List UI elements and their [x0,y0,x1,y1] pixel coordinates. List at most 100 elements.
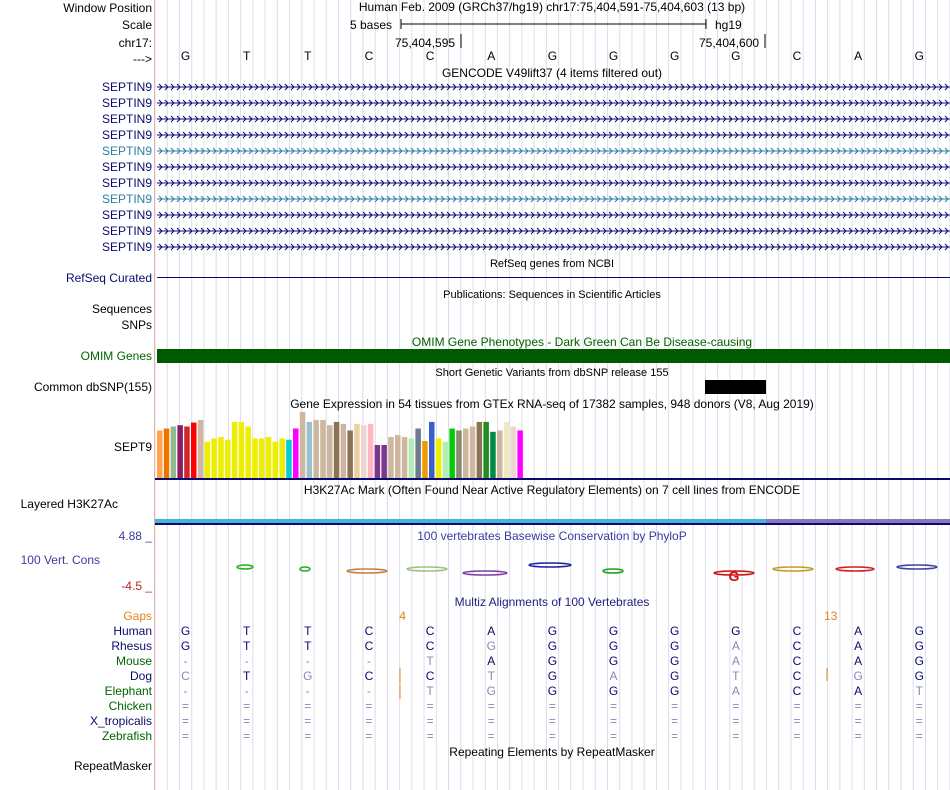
alignment-base: G [547,639,558,653]
species-label[interactable]: Rhesus [111,639,152,653]
gencode-transcript [157,131,950,139]
alignment-base: G [608,684,619,698]
species-label[interactable]: Dog [130,669,152,683]
dbsnp-variant-block[interactable] [705,380,766,394]
omim-genes-label[interactable]: OMIM Genes [81,349,152,363]
omim-gene-bar[interactable] [157,349,950,363]
alignment-base: G [486,684,496,698]
gtex-gene-label[interactable]: SEPT9 [114,440,152,454]
alignment-base: A [854,639,863,653]
gencode-transcript-label[interactable]: SEPTIN9 [102,160,152,174]
base-letter: G [547,49,558,63]
gtex-bar-chart[interactable] [155,410,950,480]
gencode-transcript-label[interactable]: SEPTIN9 [102,128,152,142]
species-label[interactable]: Elephant [105,684,152,698]
gtex-tissue-bar [245,426,251,478]
species-label[interactable]: X_tropicalis [90,714,152,728]
alignment-base: T [915,684,923,698]
alignment-base: = [243,729,251,743]
alignment-base: G [914,654,924,668]
phylop-max-label: 4.88 _ [118,529,152,543]
assembly-title: Human Feb. 2009 (GRCh37/hg19) chr17:75,4… [358,0,746,14]
alignment-base: = [548,699,556,713]
scale-label: Scale [121,18,152,32]
track-labels-panel: Window Position Scale chr17: ---> SEPTIN… [0,0,154,790]
gencode-transcript [157,83,950,91]
alignment-base: = [732,729,740,743]
species-label[interactable]: Mouse [116,654,152,668]
alignment-base: C [181,669,190,683]
phylop-title: 100 vertebrates Basewise Conservation by… [417,529,687,543]
gencode-transcript [157,211,950,219]
alignment-base: G [914,669,924,683]
gtex-tissue-bar [442,441,449,478]
alignment-base: = [487,729,495,743]
alignment-base: = [671,699,679,713]
tracks-image[interactable]: Human Feb. 2009 (GRCh37/hg19) chr17:75,4… [155,0,950,790]
alignment-base: = [671,729,679,743]
gencode-transcript-label[interactable]: SEPTIN9 [102,144,152,158]
gencode-transcript-label[interactable]: SEPTIN9 [102,112,152,126]
alignment-base: - [244,684,249,698]
phylop-mark [528,562,572,568]
h3k27ac-label[interactable]: Layered H3K27Ac [21,497,118,511]
alignment-base: A [731,684,740,698]
gencode-transcript-label[interactable]: SEPTIN9 [102,208,152,222]
gtex-tissue-bar [361,425,367,478]
gtex-tissue-bar [449,428,455,478]
window-position-label: Window Position [63,1,152,15]
publications-title: Publications: Sequences in Scientific Ar… [443,289,661,301]
alignment-base: G [547,669,558,683]
refseq-curated-label[interactable]: RefSeq Curated [66,271,152,285]
dbsnp-label[interactable]: Common dbSNP(155) [34,380,152,394]
gencode-transcript-label[interactable]: SEPTIN9 [102,240,152,254]
species-label[interactable]: Human [113,624,152,638]
phylop-mark [346,568,388,574]
gtex-tissue-bar [333,421,340,478]
alignment-base: = [854,729,862,743]
gtex-tissue-bar [429,421,435,478]
alignment-base: G [670,684,680,698]
base-letter: C [425,49,435,63]
alignment-base: C [792,639,802,653]
species-label[interactable]: Zebrafish [102,729,152,743]
alignment-base: G [608,624,619,638]
alignment-base: = [426,714,434,728]
gencode-transcript-label[interactable]: SEPTIN9 [102,176,152,190]
gencode-transcript-label[interactable]: SEPTIN9 [102,224,152,238]
alignment-base: = [365,699,373,713]
gencode-transcript-label[interactable]: SEPTIN9 [102,80,152,94]
gtex-tissue-bar [422,441,428,478]
phylop-label[interactable]: 100 Vert. Cons [21,553,100,567]
repeatmasker-label[interactable]: RepeatMasker [74,759,152,773]
alignment-base: = [365,729,373,743]
gencode-transcript-label[interactable]: SEPTIN9 [102,192,152,206]
alignment-base: = [793,729,801,743]
gtex-tissue-bar [435,438,442,478]
alignment-base: T [426,684,434,698]
publications-snps-label[interactable]: SNPs [121,318,152,332]
refseq-gene-line[interactable] [157,277,950,278]
alignment-base: = [915,714,923,728]
gtex-tissue-bar [231,421,238,478]
species-label[interactable]: Chicken [109,699,152,713]
alignment-base: T [732,669,740,683]
gencode-transcript-label[interactable]: SEPTIN9 [102,96,152,110]
base-letter: G [180,49,191,63]
alignment-base: G [670,654,680,668]
phylop-mark [462,570,508,576]
gencode-tracks[interactable] [155,78,950,258]
omim-title: OMIM Gene Phenotypes - Dark Green Can Be… [411,335,753,349]
base-letter: T [242,49,251,63]
alignment-base: C [425,624,435,638]
alignment-base: G [303,669,313,683]
gtex-tissue-bar [313,419,319,478]
alignment-base: G [547,654,558,668]
base-letter: G [731,49,741,63]
alignment-base: = [793,714,801,728]
alignment-base: C [364,639,374,653]
alignment-base: = [426,699,434,713]
publications-sequences-label[interactable]: Sequences [92,302,152,316]
alignment-base: C [792,654,802,668]
gencode-transcript [157,115,950,123]
